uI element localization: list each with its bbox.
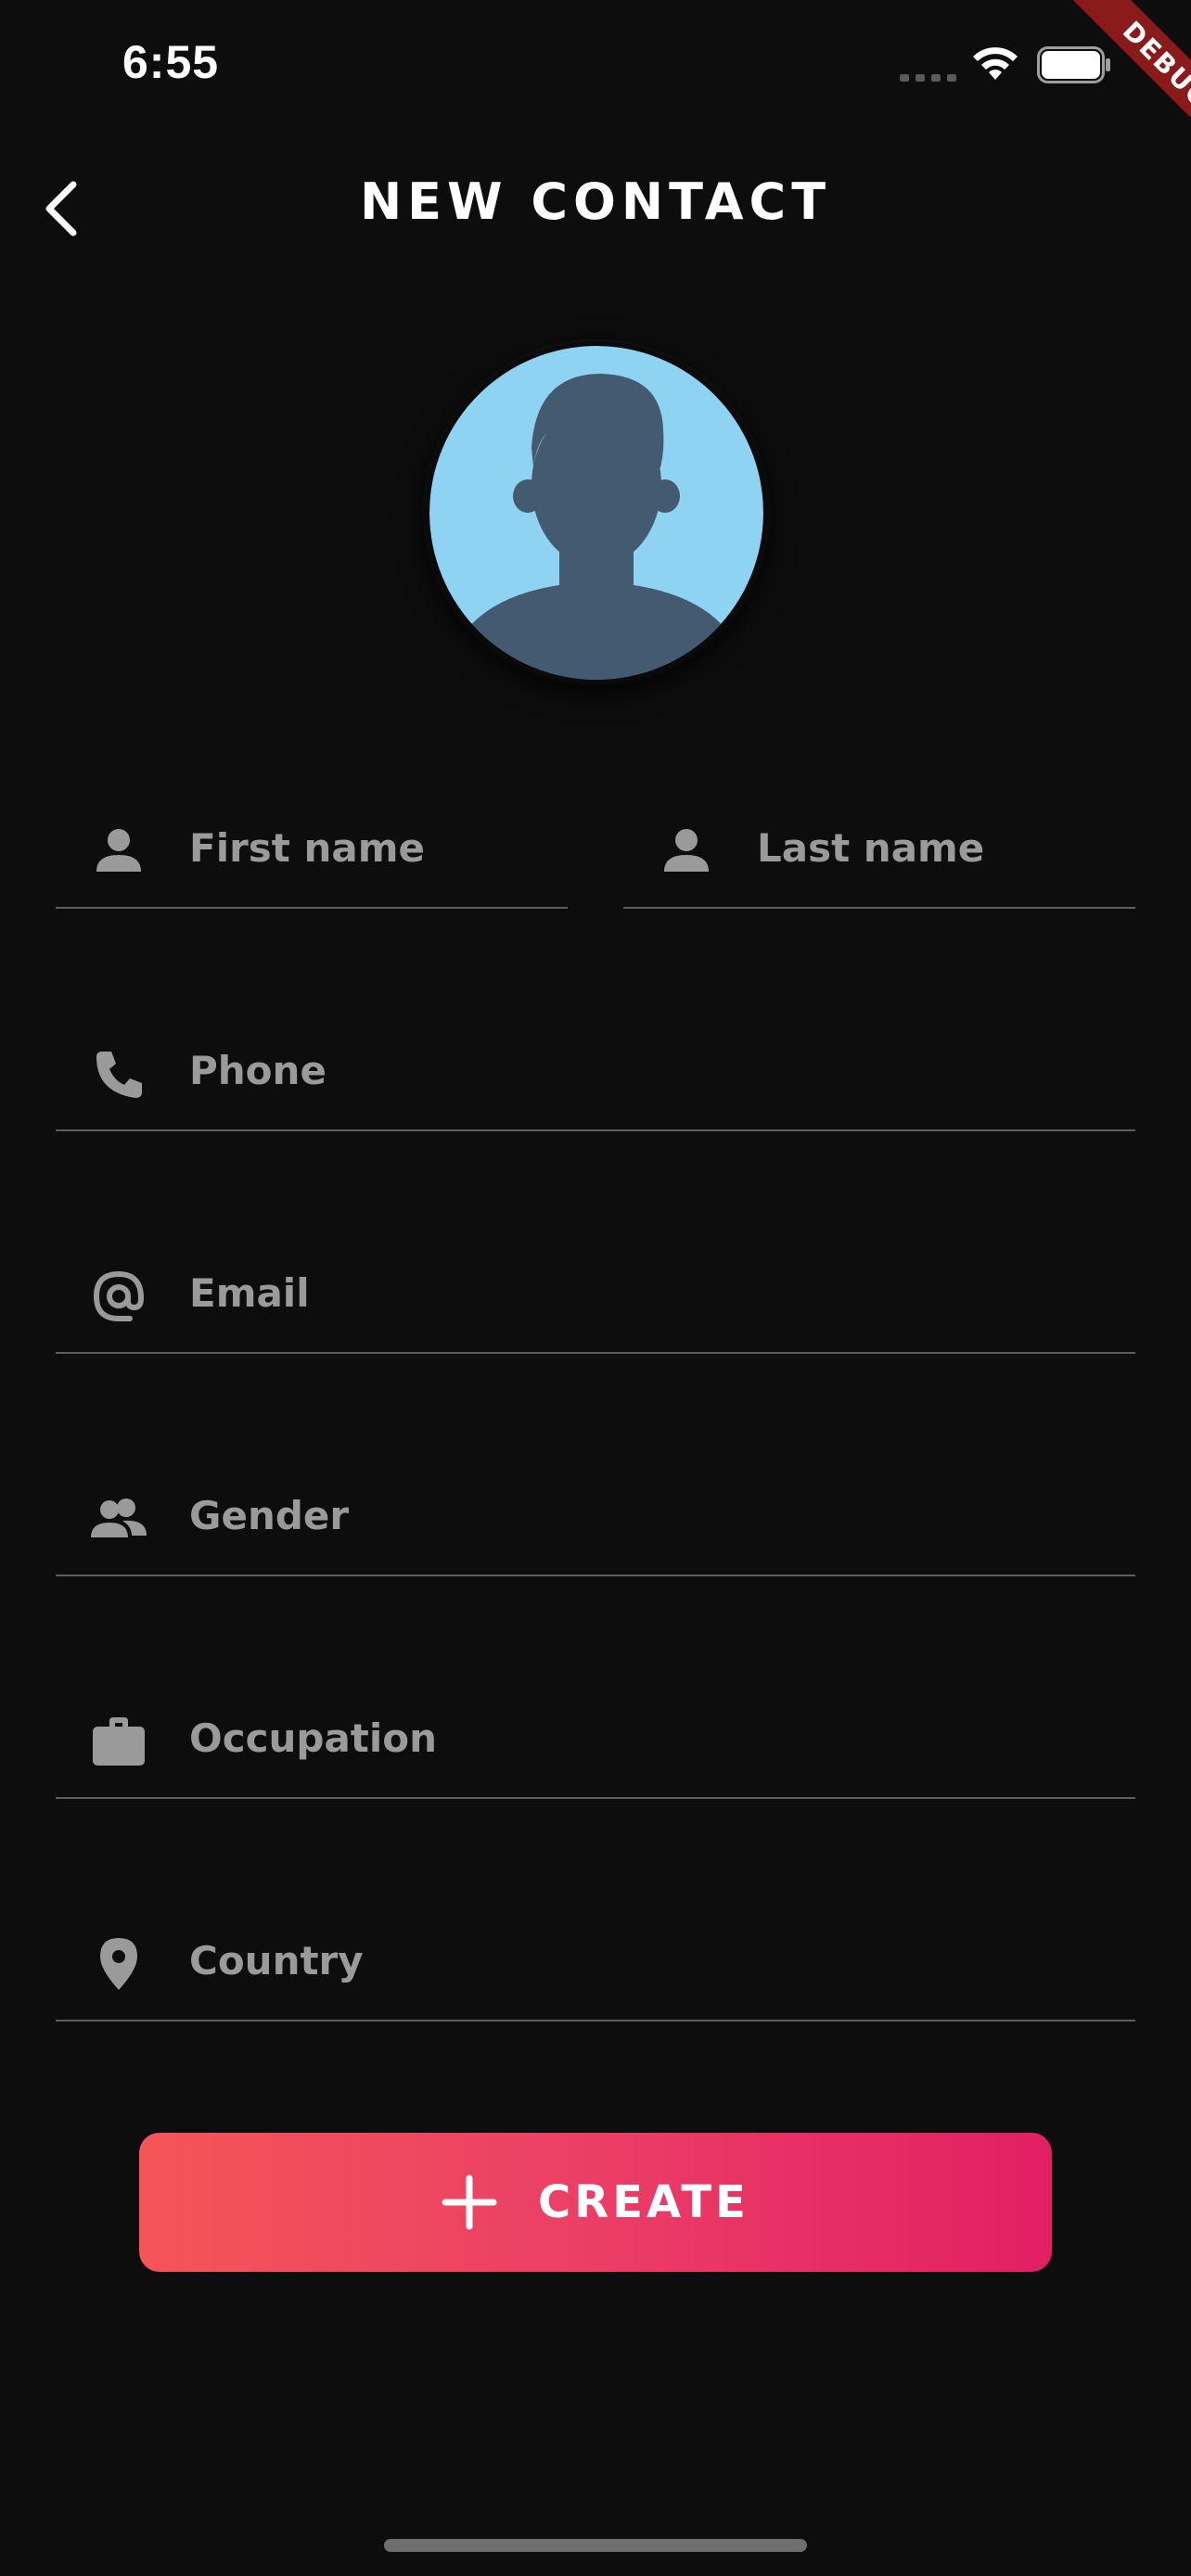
status-bar: 6:55 — [0, 0, 1191, 139]
phone-placeholder: Phone — [189, 1048, 327, 1093]
create-button-label: CREATE — [538, 2176, 749, 2228]
occupation-field[interactable]: Occupation — [56, 1686, 1135, 1799]
last-name-field[interactable]: Last name — [623, 796, 1135, 909]
home-indicator[interactable] — [384, 2539, 807, 2552]
phone-icon — [89, 1044, 148, 1103]
battery-icon — [1037, 46, 1110, 83]
first-name-placeholder: First name — [189, 825, 425, 871]
person-icon — [657, 822, 716, 881]
location-pin-icon — [89, 1934, 148, 1994]
country-field[interactable]: Country — [56, 1908, 1135, 2021]
avatar[interactable] — [425, 341, 768, 684]
person-icon — [89, 822, 148, 881]
plus-icon — [442, 2174, 497, 2230]
briefcase-icon — [89, 1712, 148, 1771]
gender-placeholder: Gender — [189, 1493, 350, 1538]
wifi-icon — [973, 47, 1018, 80]
last-name-placeholder: Last name — [757, 825, 985, 871]
status-time: 6:55 — [122, 36, 220, 88]
country-placeholder: Country — [189, 1938, 364, 1983]
create-button[interactable]: CREATE — [139, 2133, 1052, 2272]
gender-field[interactable]: Gender — [56, 1463, 1135, 1576]
at-sign-icon — [89, 1267, 148, 1326]
person-silhouette-icon — [429, 346, 763, 680]
cellular-signal-icon — [900, 74, 956, 82]
first-name-field[interactable]: First name — [56, 796, 568, 909]
people-icon — [89, 1489, 148, 1549]
email-placeholder: Email — [189, 1270, 310, 1316]
email-field[interactable]: Email — [56, 1241, 1135, 1354]
page-title: NEW CONTACT — [359, 172, 832, 231]
occupation-placeholder: Occupation — [189, 1715, 438, 1761]
phone-field[interactable]: Phone — [56, 1018, 1135, 1131]
